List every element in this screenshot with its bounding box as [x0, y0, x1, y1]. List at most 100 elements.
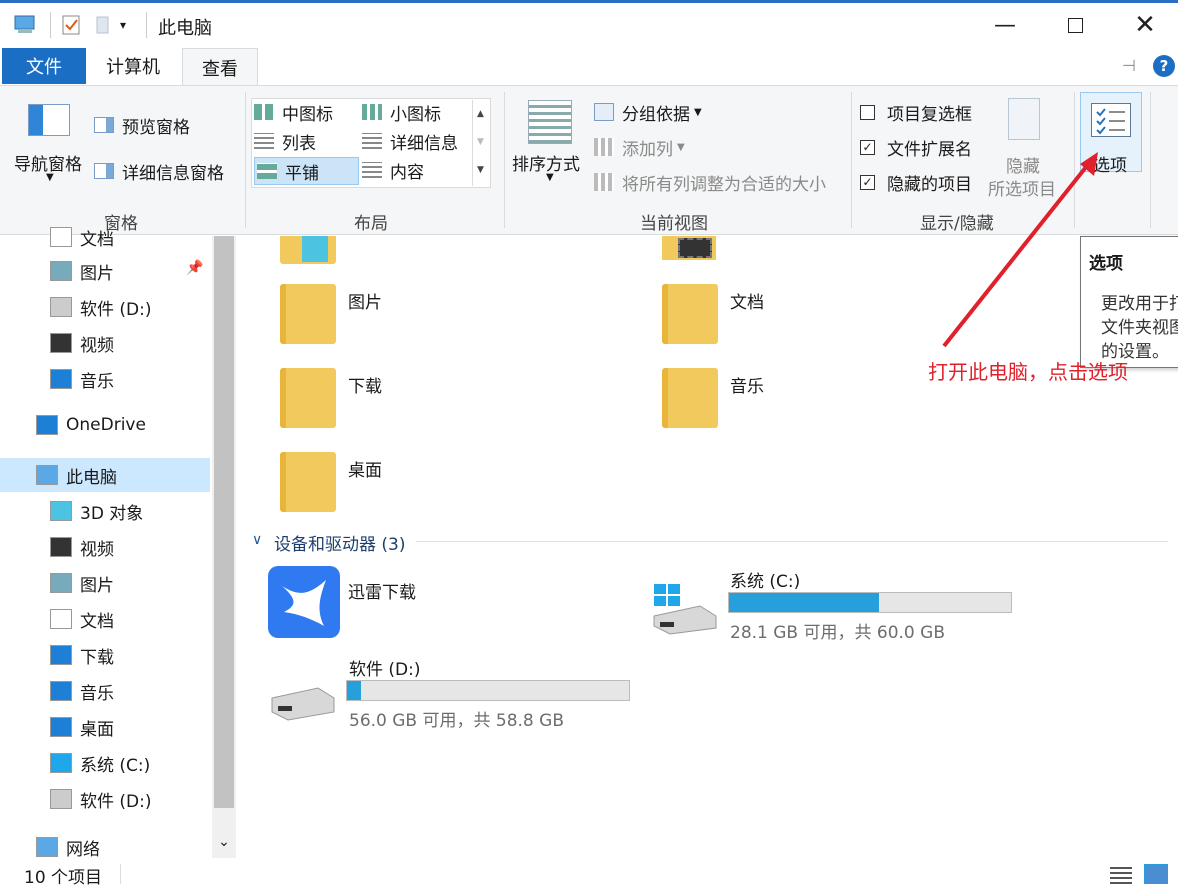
pictures-folder-icon[interactable]: [280, 284, 336, 344]
pin-icon[interactable]: 📌: [186, 260, 203, 276]
drive-icon: [50, 297, 72, 317]
details-label: 详细信息: [390, 133, 458, 154]
list-option[interactable]: 列表: [254, 129, 360, 154]
group-label-layout: 布局: [354, 214, 388, 234]
group-by-label: 分组依据: [622, 104, 690, 125]
title-separator: [146, 12, 147, 38]
nav-item[interactable]: 此电脑: [0, 458, 210, 492]
help-icon[interactable]: ?: [1153, 55, 1175, 77]
status-bar: 10 个项目: [0, 858, 1178, 890]
nav-scrollbar-thumb[interactable]: [214, 236, 234, 808]
file-extensions-checkbox[interactable]: ✓: [860, 139, 875, 155]
nav-item[interactable]: 下载: [0, 638, 210, 672]
nav-item[interactable]: OneDrive: [0, 408, 210, 442]
drive-d-icon[interactable]: [268, 676, 338, 730]
options-icon: [1091, 103, 1131, 137]
list-label: 列表: [282, 133, 316, 154]
folder-name[interactable]: 文档: [730, 288, 764, 313]
nav-item[interactable]: 音乐: [0, 674, 210, 708]
nav-item[interactable]: 软件 (D:): [0, 782, 210, 816]
qat-dropdown-icon[interactable]: ▾: [120, 18, 136, 34]
pin-ribbon-icon[interactable]: ⊣: [1122, 56, 1144, 78]
minimize-button[interactable]: —: [970, 0, 1040, 50]
computer-icon[interactable]: [12, 14, 38, 36]
nav-item[interactable]: 文档: [0, 602, 210, 636]
nav-item[interactable]: 3D 对象: [0, 494, 210, 528]
nav-item-label: 音乐: [80, 371, 114, 392]
drive-d-free-text: 56.0 GB 可用，共 58.8 GB: [349, 711, 564, 731]
group-by-button[interactable]: 分组依据 ▼: [594, 100, 714, 125]
medium-icons-option[interactable]: 中图标: [254, 100, 360, 125]
maximize-button[interactable]: [1040, 0, 1110, 50]
new-folder-icon[interactable]: [94, 14, 112, 36]
scroll-up-icon[interactable]: ▲: [473, 100, 488, 128]
layout-scroll[interactable]: ▲ ▼ ▼: [472, 100, 488, 186]
tab-file[interactable]: 文件: [2, 48, 86, 84]
close-button[interactable]: ✕: [1110, 0, 1178, 50]
folder-3d-objects-icon[interactable]: [280, 236, 336, 264]
sort-by-button[interactable]: 排序方式 ▼: [510, 98, 590, 194]
documents-folder-icon[interactable]: [662, 284, 718, 344]
details-option[interactable]: 详细信息: [362, 129, 468, 154]
drive-c-name[interactable]: 系统 (C:): [730, 567, 800, 592]
drive-c-icon[interactable]: [650, 582, 720, 636]
xunlei-name[interactable]: 迅雷下载: [348, 578, 416, 603]
nav-item[interactable]: 图片: [0, 566, 210, 600]
medium-icons-label: 中图标: [282, 104, 333, 125]
small-icons-option[interactable]: 小图标: [362, 100, 468, 125]
fit-columns-button[interactable]: 将所有列调整为合适的大小: [594, 170, 844, 195]
nav-item-label: 图片: [80, 263, 114, 284]
item-checkboxes-checkbox[interactable]: [860, 104, 875, 120]
nav-item[interactable]: 文档: [0, 220, 210, 254]
group-separator: [245, 92, 246, 228]
nav-item[interactable]: 桌面: [0, 710, 210, 744]
nav-item[interactable]: 视频: [0, 326, 210, 360]
content-option[interactable]: 内容: [362, 158, 468, 183]
add-columns-button[interactable]: 添加列 ▼: [594, 135, 704, 160]
fit-columns-label: 将所有列调整为合适的大小: [622, 174, 826, 195]
section-divider: [416, 541, 1168, 542]
folder-name[interactable]: 桌面: [348, 456, 382, 481]
folder-name[interactable]: 下载: [348, 372, 382, 397]
music-icon: [50, 369, 72, 389]
hidden-items-checkbox[interactable]: ✓: [860, 174, 875, 190]
nav-item[interactable]: 音乐: [0, 362, 210, 396]
nav-item-label: 桌面: [80, 719, 114, 740]
item-checkboxes-toggle[interactable]: 项目复选框: [860, 100, 990, 125]
drive-icon: [50, 789, 72, 809]
xunlei-icon[interactable]: [268, 566, 340, 638]
nav-item[interactable]: 视频: [0, 530, 210, 564]
nav-item-label: OneDrive: [66, 415, 146, 435]
tab-computer[interactable]: 计算机: [92, 48, 174, 84]
properties-icon[interactable]: [60, 14, 82, 36]
preview-pane-button[interactable]: 预览窗格: [94, 112, 214, 138]
nav-item[interactable]: 系统 (C:): [0, 746, 210, 780]
details-icon: [362, 133, 382, 149]
nav-item-label: 文档: [80, 611, 114, 632]
large-icons-view-icon[interactable]: [1144, 864, 1168, 884]
tab-view[interactable]: 查看: [182, 48, 258, 86]
annotation-text: 打开此电脑，点击选项: [928, 360, 1128, 384]
folder-name[interactable]: 图片: [348, 288, 382, 313]
nav-pane-button[interactable]: 导航窗格 ▼: [10, 98, 90, 188]
scroll-down-arrow-icon[interactable]: ⌄: [214, 834, 234, 854]
section-collapse-icon[interactable]: ∨: [252, 532, 262, 548]
tiles-option[interactable]: 平铺: [254, 157, 359, 185]
scroll-down-icon[interactable]: ▼: [473, 128, 488, 156]
details-pane-button[interactable]: 详细信息窗格: [94, 158, 244, 184]
list-icon: [254, 133, 274, 149]
nav-item[interactable]: 图片 📌: [0, 254, 210, 288]
chevron-down-icon: ▼: [694, 106, 702, 118]
drive-d-name[interactable]: 软件 (D:): [349, 655, 421, 680]
downloads-folder-icon[interactable]: [280, 368, 336, 428]
chevron-down-icon: ▼: [546, 172, 554, 183]
nav-item[interactable]: 软件 (D:): [0, 290, 210, 324]
desktop-folder-icon[interactable]: [280, 452, 336, 512]
details-view-icon[interactable]: [1110, 864, 1132, 884]
devices-header[interactable]: 设备和驱动器 (3): [274, 530, 405, 555]
add-columns-label: 添加列: [622, 139, 673, 160]
music-folder-icon[interactable]: [662, 368, 718, 428]
expand-gallery-icon[interactable]: ▼: [473, 156, 488, 184]
folder-videos-icon[interactable]: [662, 236, 716, 260]
folder-name[interactable]: 音乐: [730, 372, 764, 397]
